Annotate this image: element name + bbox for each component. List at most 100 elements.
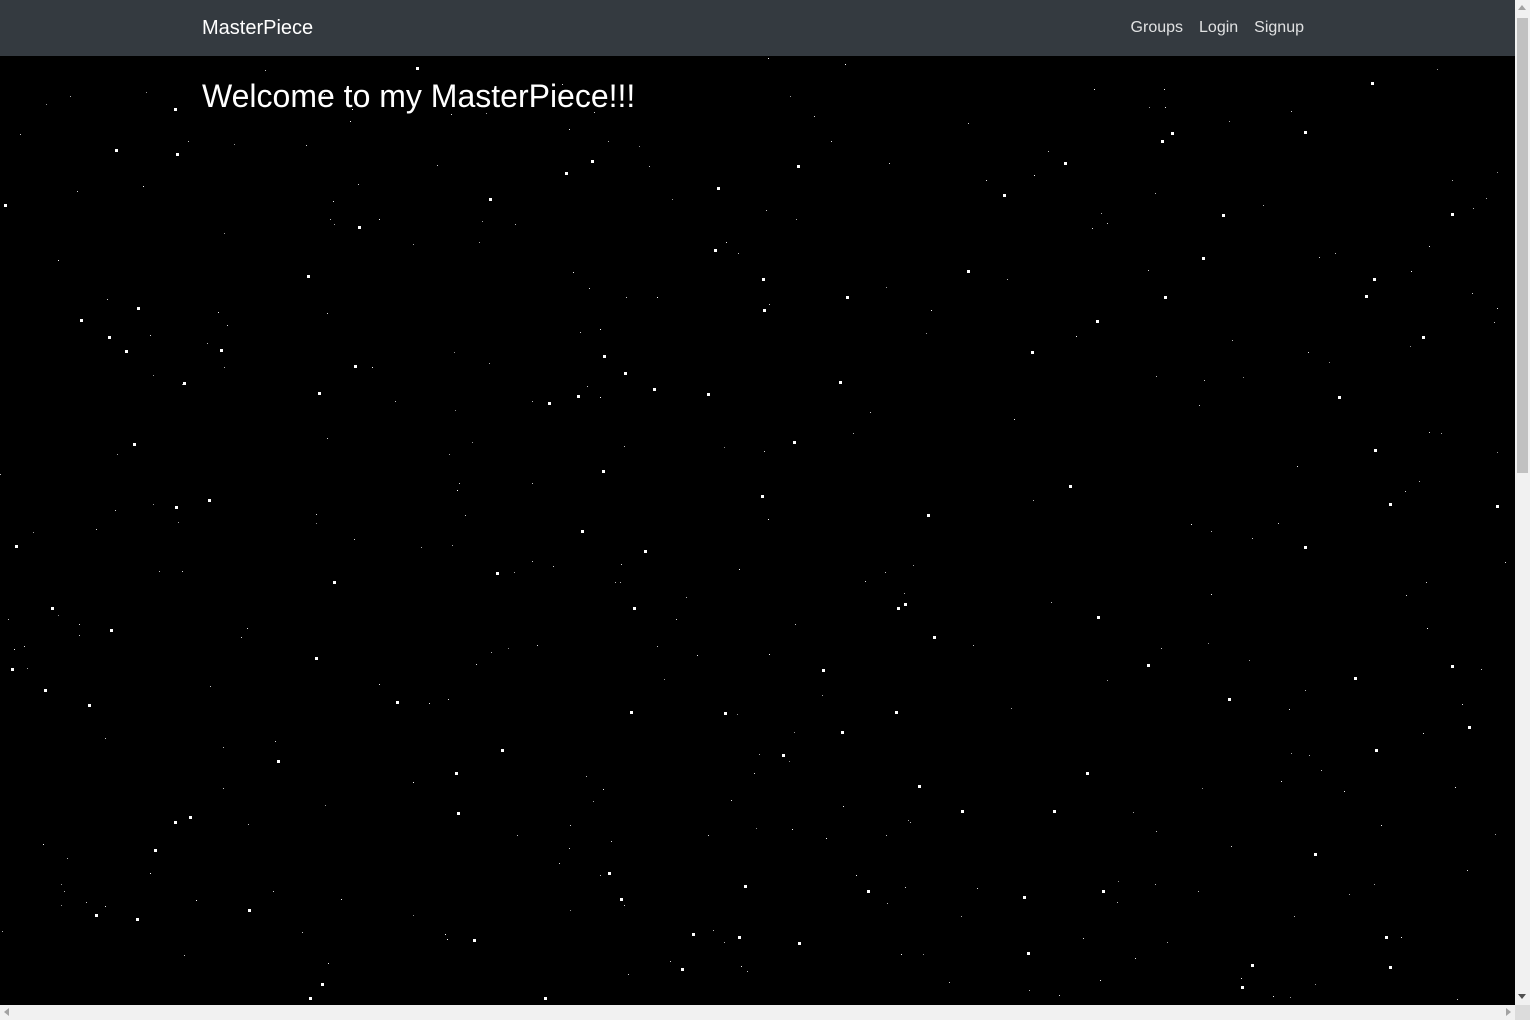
star-dot — [1156, 831, 1157, 832]
star-dot — [826, 838, 827, 839]
star-dot — [1107, 223, 1108, 224]
star-dot — [1147, 664, 1150, 667]
star-dot — [1305, 690, 1306, 691]
page-viewport: MasterPiece Groups Login Signup Welcome … — [0, 0, 1515, 1005]
nav-link-login[interactable]: Login — [1199, 14, 1238, 42]
star-dot — [1309, 755, 1310, 756]
brand-link[interactable]: MasterPiece — [202, 14, 313, 42]
star-dot — [926, 333, 927, 334]
star-dot — [586, 776, 587, 777]
star-dot — [20, 134, 21, 135]
star-dot — [731, 800, 732, 801]
star-dot — [133, 443, 136, 446]
star-dot — [1101, 213, 1102, 214]
star-dot — [589, 288, 590, 289]
star-dot — [70, 96, 71, 97]
vertical-scrollbar[interactable] — [1515, 0, 1530, 1005]
star-dot — [341, 899, 342, 900]
star-dot — [1083, 938, 1084, 939]
star-dot — [686, 597, 687, 598]
star-dot — [1381, 825, 1382, 826]
star-dot — [515, 224, 516, 225]
star-dot — [115, 149, 118, 152]
star-dot — [1273, 996, 1274, 997]
star-dot — [1164, 296, 1167, 299]
star-dot — [315, 657, 318, 660]
star-dot — [234, 144, 235, 145]
scrollbar-corner — [1515, 1005, 1530, 1020]
star-dot — [96, 529, 97, 530]
star-dot — [769, 304, 770, 305]
star-dot — [58, 260, 59, 261]
star-dot — [1241, 978, 1242, 979]
star-dot — [1495, 834, 1496, 835]
star-dot — [865, 581, 866, 582]
star-dot — [489, 363, 490, 364]
star-dot — [1373, 278, 1376, 281]
star-dot — [1441, 433, 1442, 434]
star-dot — [227, 325, 228, 326]
star-dot — [814, 116, 815, 117]
star-dot — [1107, 680, 1108, 681]
star-dot — [1100, 980, 1101, 981]
star-dot — [189, 816, 192, 819]
star-dot — [1191, 524, 1192, 525]
star-dot — [1344, 791, 1345, 792]
star-dot — [452, 545, 453, 546]
star-dot — [27, 668, 28, 669]
star-dot — [176, 153, 179, 156]
star-dot — [325, 805, 326, 806]
star-dot — [714, 249, 717, 252]
star-dot — [455, 772, 458, 775]
star-dot — [591, 160, 594, 163]
star-dot — [633, 607, 636, 610]
nav-link-groups[interactable]: Groups — [1131, 14, 1183, 42]
star-dot — [146, 92, 147, 93]
scroll-up-arrow-icon[interactable] — [1518, 5, 1526, 10]
scroll-left-arrow-icon[interactable] — [4, 1008, 9, 1016]
scroll-down-arrow-icon[interactable] — [1518, 994, 1526, 999]
star-dot — [961, 916, 962, 917]
star-dot — [1053, 810, 1056, 813]
star-dot — [986, 180, 987, 181]
star-dot — [277, 760, 280, 763]
star-dot — [918, 785, 921, 788]
star-dot — [454, 352, 455, 353]
star-dot — [831, 141, 832, 142]
star-dot — [174, 821, 177, 824]
star-dot — [600, 875, 601, 876]
nav-link-signup[interactable]: Signup — [1254, 14, 1304, 42]
star-dot — [44, 689, 47, 692]
star-dot — [794, 732, 795, 733]
star-dot — [608, 872, 611, 875]
star-dot — [1117, 902, 1118, 903]
star-dot — [136, 918, 139, 921]
star-dot — [1297, 466, 1298, 467]
scroll-right-arrow-icon[interactable] — [1506, 1008, 1511, 1016]
star-dot — [413, 782, 414, 783]
star-dot — [1229, 121, 1230, 122]
star-dot — [46, 104, 47, 105]
star-dot — [1076, 336, 1077, 337]
star-dot — [1451, 665, 1454, 668]
star-dot — [738, 253, 739, 254]
star-dot — [1251, 964, 1254, 967]
star-dot — [889, 163, 890, 164]
star-dot — [107, 299, 108, 300]
star-dot — [416, 67, 419, 70]
star-dot — [208, 499, 211, 502]
star-dot — [782, 754, 785, 757]
star-dot — [1202, 257, 1205, 260]
star-dot — [657, 646, 658, 647]
star-dot — [603, 355, 606, 358]
star-dot — [1252, 538, 1253, 539]
star-dot — [58, 615, 59, 616]
star-dot — [159, 571, 160, 572]
star-dot — [316, 514, 317, 515]
vertical-scrollbar-thumb[interactable] — [1517, 18, 1528, 473]
horizontal-scrollbar[interactable] — [0, 1005, 1515, 1020]
star-dot — [1118, 881, 1119, 882]
star-dot — [1102, 890, 1105, 893]
star-dot — [608, 141, 609, 142]
star-dot — [621, 564, 622, 565]
